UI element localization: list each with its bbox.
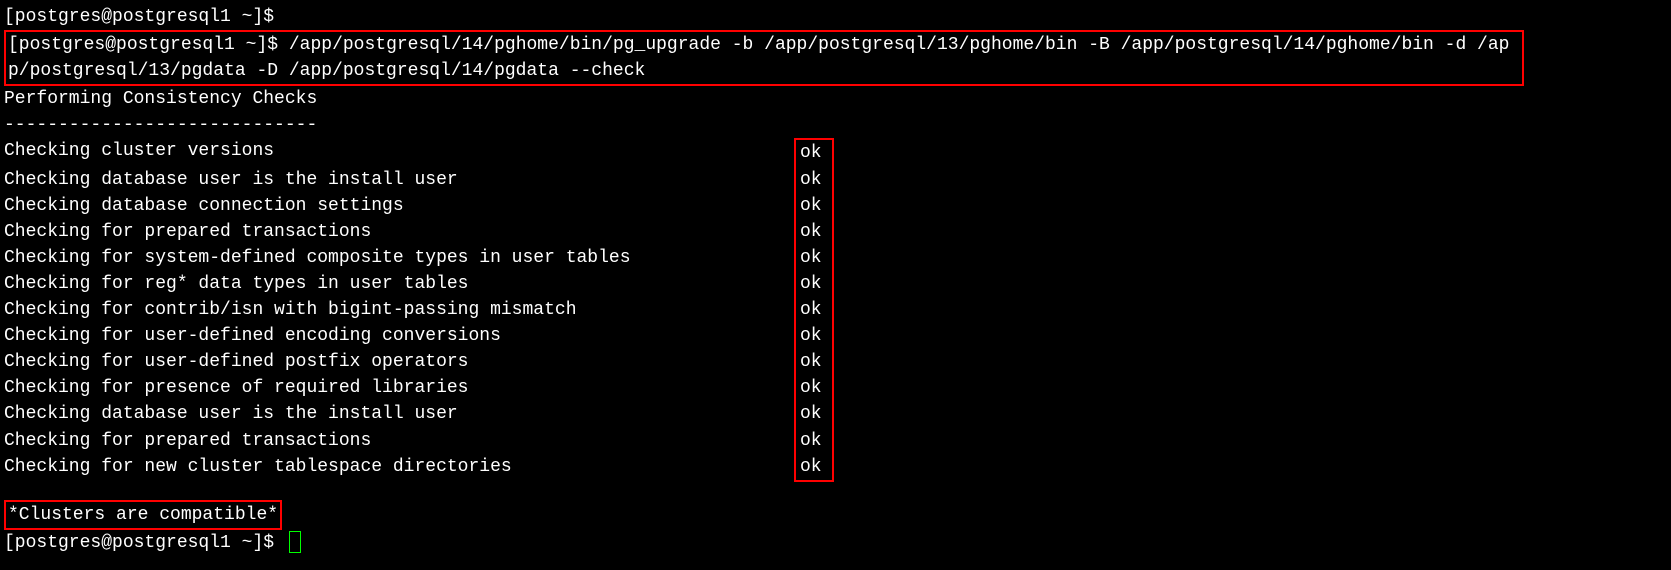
checks-container: Checking cluster versions ok Checking da… — [4, 138, 1667, 481]
check-row: Checking for contrib/isn with bigint-pas… — [4, 297, 1667, 323]
check-label: Checking database user is the install us… — [4, 401, 794, 427]
check-status: ok — [794, 349, 834, 375]
check-status: ok — [794, 323, 834, 349]
check-label: Checking for user-defined postfix operat… — [4, 349, 794, 375]
check-label: Checking for prepared transactions — [4, 428, 794, 454]
check-status: ok — [794, 138, 834, 166]
check-status: ok — [794, 428, 834, 454]
shell-prompt: [postgres@postgresql1 ~]$ — [4, 533, 274, 553]
check-status: ok — [794, 401, 834, 427]
check-label: Checking database connection settings — [4, 193, 794, 219]
cursor-icon — [289, 531, 301, 553]
prompt-line-final[interactable]: [postgres@postgresql1 ~]$ — [4, 530, 1667, 556]
output-divider: ----------------------------- — [4, 112, 1667, 138]
check-label: Checking for system-defined composite ty… — [4, 245, 794, 271]
check-row: Checking for user-defined postfix operat… — [4, 349, 1667, 375]
check-label: Checking database user is the install us… — [4, 167, 794, 193]
check-label: Checking for new cluster tablespace dire… — [4, 454, 794, 482]
check-row: Checking cluster versions ok — [4, 138, 1667, 166]
check-label: Checking for presence of required librar… — [4, 375, 794, 401]
check-label: Checking for user-defined encoding conve… — [4, 323, 794, 349]
check-status: ok — [794, 193, 834, 219]
shell-prompt: [postgres@postgresql1 ~]$ — [8, 35, 278, 55]
check-row: Checking for reg* data types in user tab… — [4, 271, 1667, 297]
output-header: Performing Consistency Checks — [4, 86, 1667, 112]
check-label: Checking for reg* data types in user tab… — [4, 271, 794, 297]
check-label: Checking for prepared transactions — [4, 219, 794, 245]
check-row: Checking database user is the install us… — [4, 167, 1667, 193]
prompt-line-empty[interactable]: [postgres@postgresql1 ~]$ — [4, 4, 1667, 30]
check-label: Checking for contrib/isn with bigint-pas… — [4, 297, 794, 323]
check-status: ok — [794, 375, 834, 401]
shell-prompt: [postgres@postgresql1 ~]$ — [4, 7, 274, 27]
check-status: ok — [794, 271, 834, 297]
check-status: ok — [794, 454, 834, 482]
check-row: Checking for user-defined encoding conve… — [4, 323, 1667, 349]
check-status: ok — [794, 219, 834, 245]
check-row: Checking for prepared transactions ok — [4, 219, 1667, 245]
check-row: Checking for prepared transactions ok — [4, 428, 1667, 454]
compatible-highlight-box: *Clusters are compatible* — [4, 500, 282, 530]
check-status: ok — [794, 297, 834, 323]
check-row: Checking for system-defined composite ty… — [4, 245, 1667, 271]
check-row: Checking database user is the install us… — [4, 401, 1667, 427]
check-row: Checking database connection settings ok — [4, 193, 1667, 219]
compatible-text: *Clusters are compatible* — [8, 505, 278, 525]
check-status: ok — [794, 167, 834, 193]
check-row: Checking for presence of required librar… — [4, 375, 1667, 401]
command-highlight-box: [postgres@postgresql1 ~]$ /app/postgresq… — [4, 30, 1524, 86]
check-status: ok — [794, 245, 834, 271]
check-label: Checking cluster versions — [4, 138, 794, 166]
check-row: Checking for new cluster tablespace dire… — [4, 454, 1667, 482]
